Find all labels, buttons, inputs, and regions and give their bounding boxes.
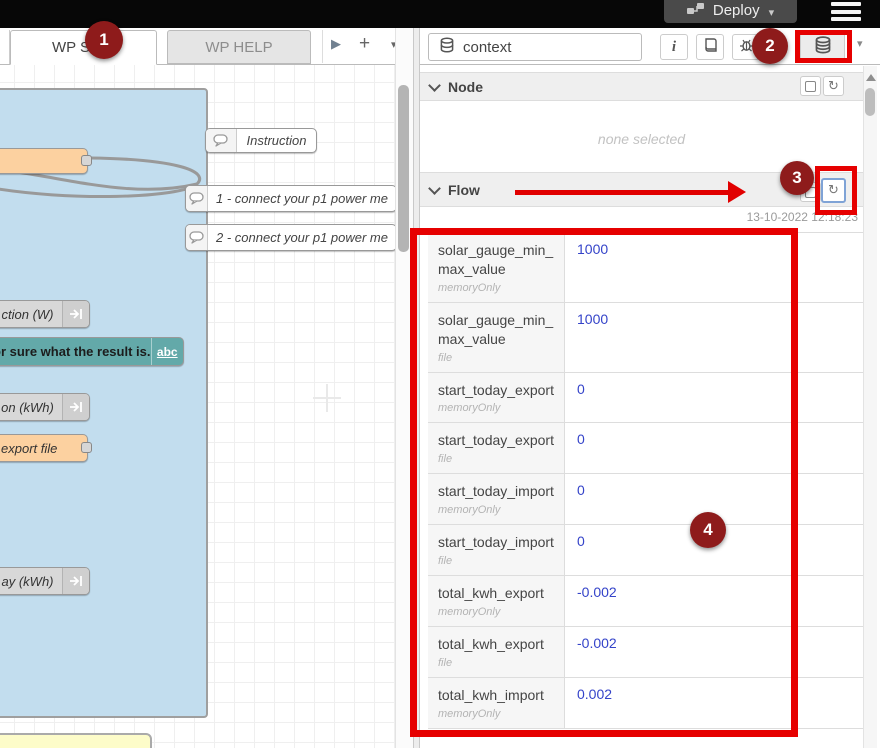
comment-label: 2 - connect your p1 power me <box>216 230 388 245</box>
annotation-arrow-head <box>728 181 746 203</box>
deploy-caret-icon[interactable]: ▾ <box>769 6 775 19</box>
annotation-circle-1: 1 <box>85 21 123 59</box>
link-node-label: on (kWh) <box>1 399 54 415</box>
node-red-window: Deploy ▾ WP Solar WP HELP ▶ + ▾ Instruct… <box>0 0 880 748</box>
export-file-label: export file <box>1 440 58 456</box>
abc-badge: abc <box>150 338 184 365</box>
comment-node-step2[interactable]: 2 - connect your p1 power me <box>185 224 395 251</box>
info-icon: i <box>671 38 677 55</box>
tab-wp-solar[interactable]: WP Solar <box>10 30 157 65</box>
comment-node-step1[interactable]: 1 - connect your p1 power me <box>185 185 395 212</box>
tab-wp-help[interactable]: WP HELP <box>167 30 311 64</box>
select-icon <box>805 80 816 92</box>
deploy-label: Deploy <box>712 2 760 19</box>
database-icon <box>439 37 455 57</box>
comment-node-instruction[interactable]: Instruction <box>205 128 317 153</box>
link-node-day[interactable]: ay (kWh) <box>0 567 90 595</box>
link-node-label: ction (W) <box>1 306 54 322</box>
link-out-icon <box>62 568 89 594</box>
annotation-circle-2: 2 <box>752 28 788 64</box>
comment-label: Instruction <box>246 133 307 148</box>
link-out-icon <box>62 394 89 420</box>
comment-bubble-icon <box>186 225 209 250</box>
deploy-icon <box>686 2 704 19</box>
chevron-down-icon <box>428 78 441 92</box>
link-node-kwh[interactable]: on (kWh) <box>0 393 90 421</box>
link-node-watt[interactable]: ction (W) <box>0 300 90 328</box>
context-panel-title: context <box>428 33 642 61</box>
node-section-title: Node <box>448 78 483 95</box>
sidebar-scrollbar-thumb[interactable] <box>865 88 875 116</box>
comment-bubble-icon <box>186 186 209 211</box>
tab-wp-help-label: WP HELP <box>205 38 273 56</box>
string-node[interactable]: or sure what the result is. abc <box>0 337 184 366</box>
sidebar-scrollbar-track <box>863 66 877 748</box>
link-node-label: ay (kWh) <box>1 573 54 589</box>
node-select-button[interactable] <box>800 76 821 96</box>
grid-cross <box>326 384 328 412</box>
annotation-box-3 <box>815 166 857 215</box>
tab-partial[interactable] <box>0 30 10 64</box>
chevron-down-icon <box>428 181 441 195</box>
book-icon <box>703 37 718 57</box>
flow-section-title: Flow <box>448 181 480 198</box>
node-orange-top-output-port[interactable] <box>81 155 92 166</box>
context-panel-title-label: context <box>463 38 512 56</box>
sidebar-menu-caret-icon[interactable]: ▾ <box>857 37 863 50</box>
canvas-scrollbar-thumb[interactable] <box>398 85 409 252</box>
comment-bubble-icon <box>206 129 237 152</box>
annotation-box-table <box>410 228 798 737</box>
annotation-box-2 <box>795 30 852 63</box>
node-empty-message: none selected <box>597 131 686 147</box>
add-flow-button[interactable]: + <box>359 33 370 55</box>
export-file-output-port[interactable] <box>81 442 92 453</box>
string-node-label: or sure what the result is. <box>0 344 151 359</box>
deploy-button[interactable]: Deploy ▾ <box>664 0 797 23</box>
flow-canvas[interactable]: Instruction 1 - connect your p1 power me… <box>0 65 395 748</box>
annotation-circle-4: 4 <box>690 512 726 548</box>
node-export-file[interactable]: export file <box>0 434 88 462</box>
annotation-circle-3: 3 <box>780 161 814 195</box>
sidebar-tab-info[interactable]: i <box>660 34 688 60</box>
node-section-header[interactable]: Node <box>420 72 863 101</box>
sidebar-tab-help[interactable] <box>696 34 724 60</box>
comment-label: 1 - connect your p1 power me <box>216 191 388 206</box>
refresh-icon: ↻ <box>828 78 839 94</box>
scrollbar-up-icon[interactable] <box>866 74 876 81</box>
main-menu-icon[interactable] <box>831 2 861 21</box>
link-out-icon <box>62 301 89 327</box>
yellow-node[interactable] <box>0 733 152 748</box>
node-refresh-button[interactable]: ↻ <box>823 76 844 96</box>
tab-scroll-right-icon[interactable]: ▶ <box>331 36 341 52</box>
annotation-arrow <box>515 190 730 195</box>
tabbar-separator <box>322 30 323 63</box>
node-orange-top[interactable] <box>0 148 88 174</box>
